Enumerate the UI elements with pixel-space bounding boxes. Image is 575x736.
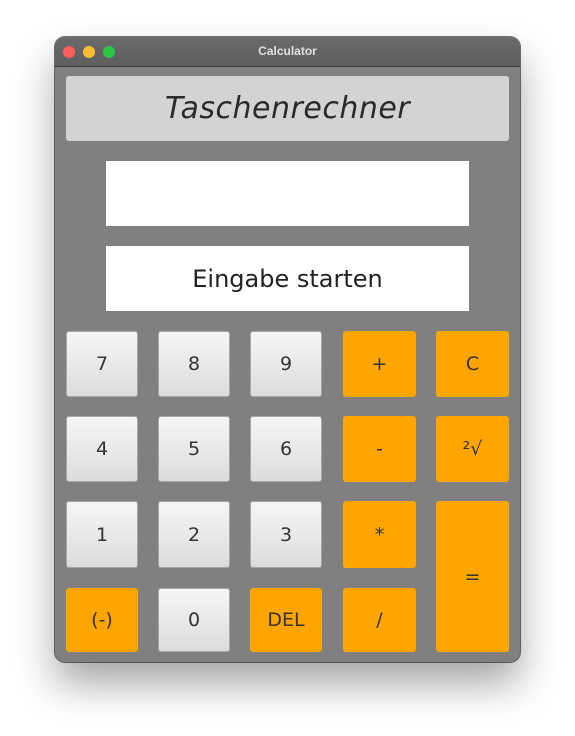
digit-3-button[interactable]: 3 bbox=[250, 501, 322, 568]
digit-8-button[interactable]: 8 bbox=[158, 331, 230, 397]
minus-button[interactable]: - bbox=[343, 416, 416, 482]
equals-button[interactable]: = bbox=[436, 501, 509, 652]
calculator-window: Calculator Taschenrechner Eingabe starte… bbox=[55, 37, 520, 662]
digit-4-button[interactable]: 4 bbox=[66, 416, 138, 482]
square-root-button[interactable]: ²√ bbox=[436, 416, 509, 482]
result-display: Eingabe starten bbox=[106, 246, 469, 311]
negate-button[interactable]: (-) bbox=[66, 588, 138, 652]
digit-5-button[interactable]: 5 bbox=[158, 416, 230, 482]
digit-6-button[interactable]: 6 bbox=[250, 416, 322, 482]
clear-button[interactable]: C bbox=[436, 331, 509, 397]
plus-button[interactable]: + bbox=[343, 331, 416, 397]
digit-7-button[interactable]: 7 bbox=[66, 331, 138, 397]
input-field[interactable] bbox=[106, 161, 469, 226]
digit-1-button[interactable]: 1 bbox=[66, 501, 138, 568]
title-bar: Calculator bbox=[55, 37, 520, 67]
divide-button[interactable]: / bbox=[343, 588, 416, 652]
window-title: Calculator bbox=[258, 44, 317, 58]
app-title: Taschenrechner bbox=[164, 91, 411, 126]
digit-0-button[interactable]: 0 bbox=[158, 588, 230, 652]
digit-9-button[interactable]: 9 bbox=[250, 331, 322, 397]
multiply-button[interactable]: * bbox=[343, 501, 416, 568]
delete-button[interactable]: DEL bbox=[250, 588, 322, 652]
header-panel: Taschenrechner bbox=[66, 76, 509, 141]
digit-2-button[interactable]: 2 bbox=[158, 501, 230, 568]
